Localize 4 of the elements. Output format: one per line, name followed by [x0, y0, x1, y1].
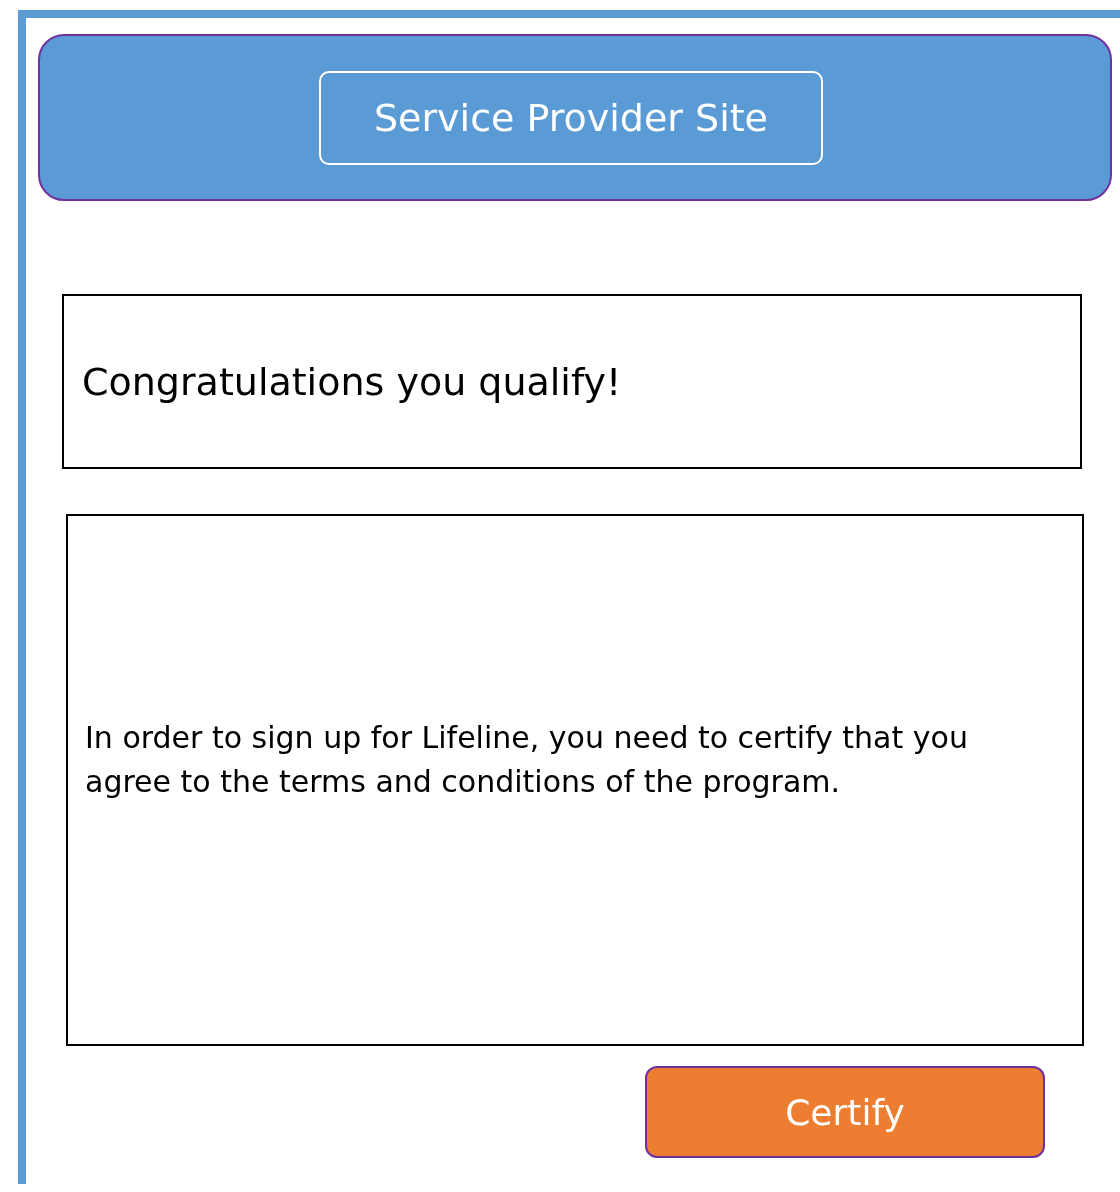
terms-notice: In order to sign up for Lifeline, you need to certify that you agree to the terms and conditions of the program.: [66, 514, 1084, 1046]
site-title: Service Provider Site: [319, 70, 823, 165]
qualify-message: Congratulations you qualify!: [62, 294, 1082, 469]
certify-button[interactable]: Certify: [645, 1066, 1045, 1158]
